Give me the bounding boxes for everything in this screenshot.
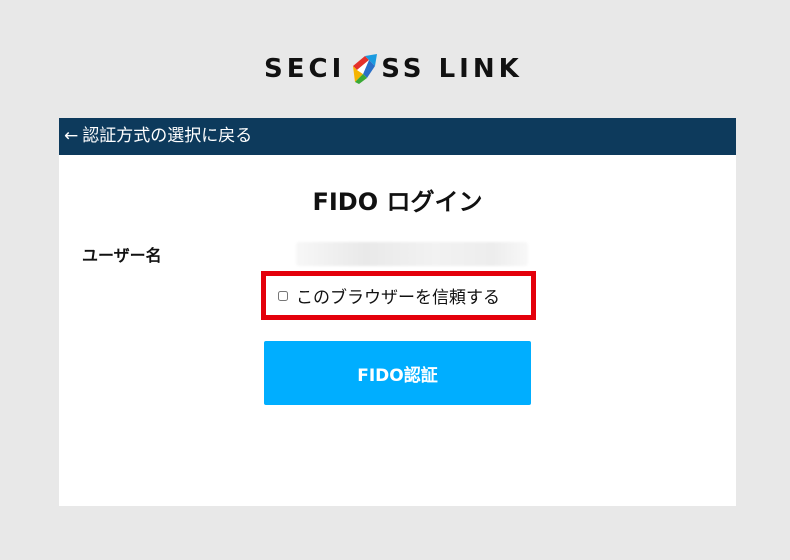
logo-text-left: SECI [264,54,346,84]
back-link-label: 認証方式の選択に戻る [82,126,253,146]
trust-browser-option[interactable]: このブラウザーを信頼する [261,271,536,320]
username-value-redacted [296,242,528,266]
fido-auth-button[interactable]: FIDO認証 [264,341,531,405]
logo-mark-icon [353,54,378,84]
trust-browser-label: このブラウザーを信頼する [296,288,500,308]
trust-browser-checkbox[interactable] [278,290,288,301]
login-card: ← 認証方式の選択に戻る FIDO ログイン ユーザー名 このブラウザーを信頼する… [59,118,736,506]
page-title: FIDO ログイン [312,188,483,216]
username-label: ユーザー名 [82,246,162,265]
back-to-auth-selection-link[interactable]: ← 認証方式の選択に戻る [59,118,736,155]
logo-text-right: SS LINK [381,54,523,84]
seciss-link-logo: SECI SS LINK [264,48,534,90]
back-arrow-icon: ← [64,126,79,146]
